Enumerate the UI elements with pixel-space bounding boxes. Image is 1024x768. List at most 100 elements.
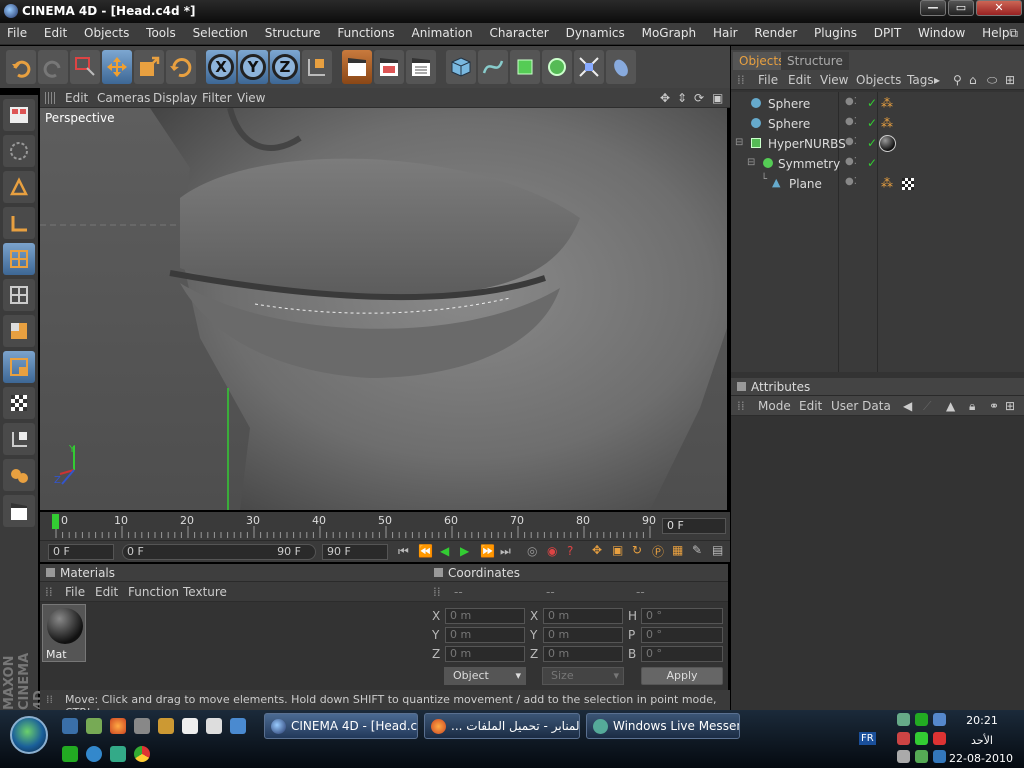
clock-day[interactable]: الأحد bbox=[952, 734, 1012, 747]
texture-axis-icon[interactable] bbox=[3, 423, 35, 455]
object-axis-icon[interactable] bbox=[3, 207, 35, 239]
orbit-view-icon[interactable]: ⟳ bbox=[694, 91, 704, 105]
tray-play-icon[interactable] bbox=[915, 732, 928, 745]
record-keys-icon[interactable]: ◎ bbox=[527, 544, 537, 558]
expand-toggle-icon[interactable]: ⊟ bbox=[747, 157, 755, 168]
minimize-button[interactable]: — bbox=[920, 0, 946, 16]
start-frame-field[interactable]: 0 F bbox=[48, 544, 114, 560]
objects-menu-view[interactable]: View bbox=[820, 73, 848, 87]
material-swatch[interactable]: Mat bbox=[42, 604, 86, 662]
size-x-field[interactable]: 0 m bbox=[543, 608, 623, 624]
menu-file[interactable]: File bbox=[0, 23, 33, 40]
menu-mograph[interactable]: MoGraph bbox=[635, 23, 703, 40]
visibility-dots-icon[interactable]: ●⁚ bbox=[845, 176, 857, 187]
attributes-menu-mode[interactable]: Mode bbox=[758, 399, 791, 413]
key-pla-icon[interactable]: ▦ bbox=[672, 543, 683, 557]
new-panel-icon[interactable]: ⊞ bbox=[1005, 399, 1015, 413]
menu-functions[interactable]: Functions bbox=[330, 23, 400, 40]
texture-tag-icon[interactable]: ⁂ bbox=[881, 116, 893, 130]
visibility-dots-icon[interactable]: ●⁚ bbox=[845, 136, 857, 147]
close-button[interactable]: ✕ bbox=[976, 0, 1022, 16]
scale-tool-icon[interactable] bbox=[134, 50, 164, 84]
quick-launch-icon[interactable] bbox=[206, 718, 222, 734]
viewport-menu-display[interactable]: Display bbox=[153, 91, 197, 105]
quick-launch-icon[interactable] bbox=[86, 718, 102, 734]
next-key-icon[interactable]: ⏩ bbox=[480, 544, 495, 558]
zoom-view-icon[interactable]: ⇕ bbox=[677, 91, 687, 105]
objects-menu-tags[interactable]: Tags bbox=[907, 73, 934, 87]
menu-hair[interactable]: Hair bbox=[706, 23, 744, 40]
quick-launch-icon[interactable] bbox=[86, 746, 102, 762]
firefox-icon[interactable] bbox=[110, 718, 126, 734]
menu-edit[interactable]: Edit bbox=[37, 23, 73, 40]
pos-y-field[interactable]: 0 m bbox=[445, 627, 525, 643]
panel-grip-icon[interactable]: ⁞⁞ bbox=[737, 73, 745, 87]
search-icon[interactable]: ⚲ bbox=[953, 73, 962, 87]
expand-toggle-icon[interactable]: ⊟ bbox=[735, 137, 743, 148]
key-parameter-icon[interactable]: Ⓟ bbox=[652, 543, 664, 560]
timeline[interactable]: 0 10 20 30 40 50 60 70 80 90 0 F bbox=[40, 512, 730, 540]
menu-animation[interactable]: Animation bbox=[404, 23, 478, 40]
workplane-icon[interactable] bbox=[3, 135, 35, 167]
polygons-mode-icon[interactable] bbox=[3, 351, 35, 383]
coordinate-mode-select[interactable]: Object ▾ bbox=[444, 667, 526, 685]
home-icon[interactable]: ⌂ bbox=[969, 73, 977, 87]
attributes-menu-edit[interactable]: Edit bbox=[799, 399, 822, 413]
autokey-icon[interactable]: ◉ bbox=[547, 544, 557, 558]
quick-launch-icon[interactable] bbox=[110, 746, 126, 762]
task-cinema4d[interactable]: CINEMA 4D - [Head.c... bbox=[264, 713, 418, 739]
menu-structure[interactable]: Structure bbox=[258, 23, 327, 40]
object-row-symmetry[interactable]: ⊟ Symmetry ●⁚ ✓ bbox=[731, 154, 1024, 174]
rot-h-field[interactable]: 0 ° bbox=[641, 608, 723, 624]
task-messenger[interactable]: Windows Live Messenger bbox=[586, 713, 740, 739]
texture-tag-icon[interactable]: ⁂ bbox=[881, 96, 893, 110]
cube-primitive-icon[interactable] bbox=[446, 50, 476, 84]
menu-selection[interactable]: Selection bbox=[186, 23, 254, 40]
spline-icon[interactable] bbox=[478, 50, 508, 84]
render-region-icon[interactable] bbox=[374, 50, 404, 84]
lock-icon[interactable]: 🔒︎ bbox=[969, 399, 975, 414]
size-mode-select[interactable]: Size ▾ bbox=[542, 667, 624, 685]
environment-icon[interactable] bbox=[606, 50, 636, 84]
coordinate-system-icon[interactable] bbox=[302, 50, 332, 84]
maximize-view-icon[interactable]: ▣ bbox=[712, 91, 723, 105]
objects-menu-file[interactable]: File bbox=[758, 73, 778, 87]
quick-launch-icon[interactable] bbox=[62, 746, 78, 762]
visibility-dots-icon[interactable]: ●⁚ bbox=[845, 116, 857, 127]
key-help-icon[interactable]: ? bbox=[567, 544, 573, 558]
key-position-icon[interactable]: ✥ bbox=[592, 543, 602, 557]
animation-mode-icon[interactable] bbox=[3, 459, 35, 491]
pos-x-field[interactable]: 0 m bbox=[445, 608, 525, 624]
texture-mode-icon[interactable] bbox=[3, 243, 35, 275]
material-tag-icon[interactable] bbox=[879, 135, 896, 152]
attributes-menu-user-data[interactable]: User Data bbox=[831, 399, 891, 413]
tab-structure[interactable]: Structure bbox=[781, 52, 849, 70]
menu-window[interactable]: Window bbox=[911, 23, 971, 40]
menu-plugins[interactable]: Plugins bbox=[807, 23, 863, 40]
menu-tools[interactable]: Tools bbox=[139, 23, 182, 40]
start-button[interactable] bbox=[10, 716, 48, 754]
materials-menu-texture[interactable]: Texture bbox=[183, 585, 227, 599]
object-row-sphere-2[interactable]: Sphere ●⁚ ✓ ⁂ bbox=[731, 114, 1024, 134]
panel-collapse-icon[interactable] bbox=[46, 568, 55, 577]
enabled-check-icon[interactable]: ✓ bbox=[867, 116, 877, 130]
menu-objects[interactable]: Objects bbox=[77, 23, 135, 40]
tray-app-icon[interactable] bbox=[897, 732, 910, 745]
quick-launch-icon[interactable] bbox=[158, 718, 174, 734]
tray-network-icon[interactable] bbox=[897, 713, 910, 726]
timeline-layout-icon[interactable]: ▤ bbox=[712, 543, 723, 557]
object-row-sphere-1[interactable]: Sphere ●⁚ ✓ ⁂ bbox=[731, 94, 1024, 114]
prev-key-icon[interactable]: ⏪ bbox=[418, 544, 433, 558]
rotate-tool-icon[interactable] bbox=[166, 50, 196, 84]
scheme-icon[interactable]: ✎ bbox=[692, 543, 702, 557]
model-mode-icon[interactable] bbox=[3, 171, 35, 203]
enabled-check-icon[interactable]: ✓ bbox=[867, 96, 877, 110]
y-axis-lock-button[interactable]: Y bbox=[238, 50, 268, 84]
enabled-check-icon[interactable]: ✓ bbox=[867, 156, 877, 170]
apply-button[interactable]: Apply bbox=[641, 667, 723, 685]
menu-dynamics[interactable]: Dynamics bbox=[559, 23, 631, 40]
rot-b-field[interactable]: 0 ° bbox=[641, 646, 723, 662]
panel-grip-icon[interactable]: ⁞⁞ bbox=[737, 399, 745, 413]
points-mode-icon[interactable] bbox=[3, 279, 35, 311]
panel-grip-icon[interactable]: ⁞⁞ bbox=[433, 585, 441, 599]
